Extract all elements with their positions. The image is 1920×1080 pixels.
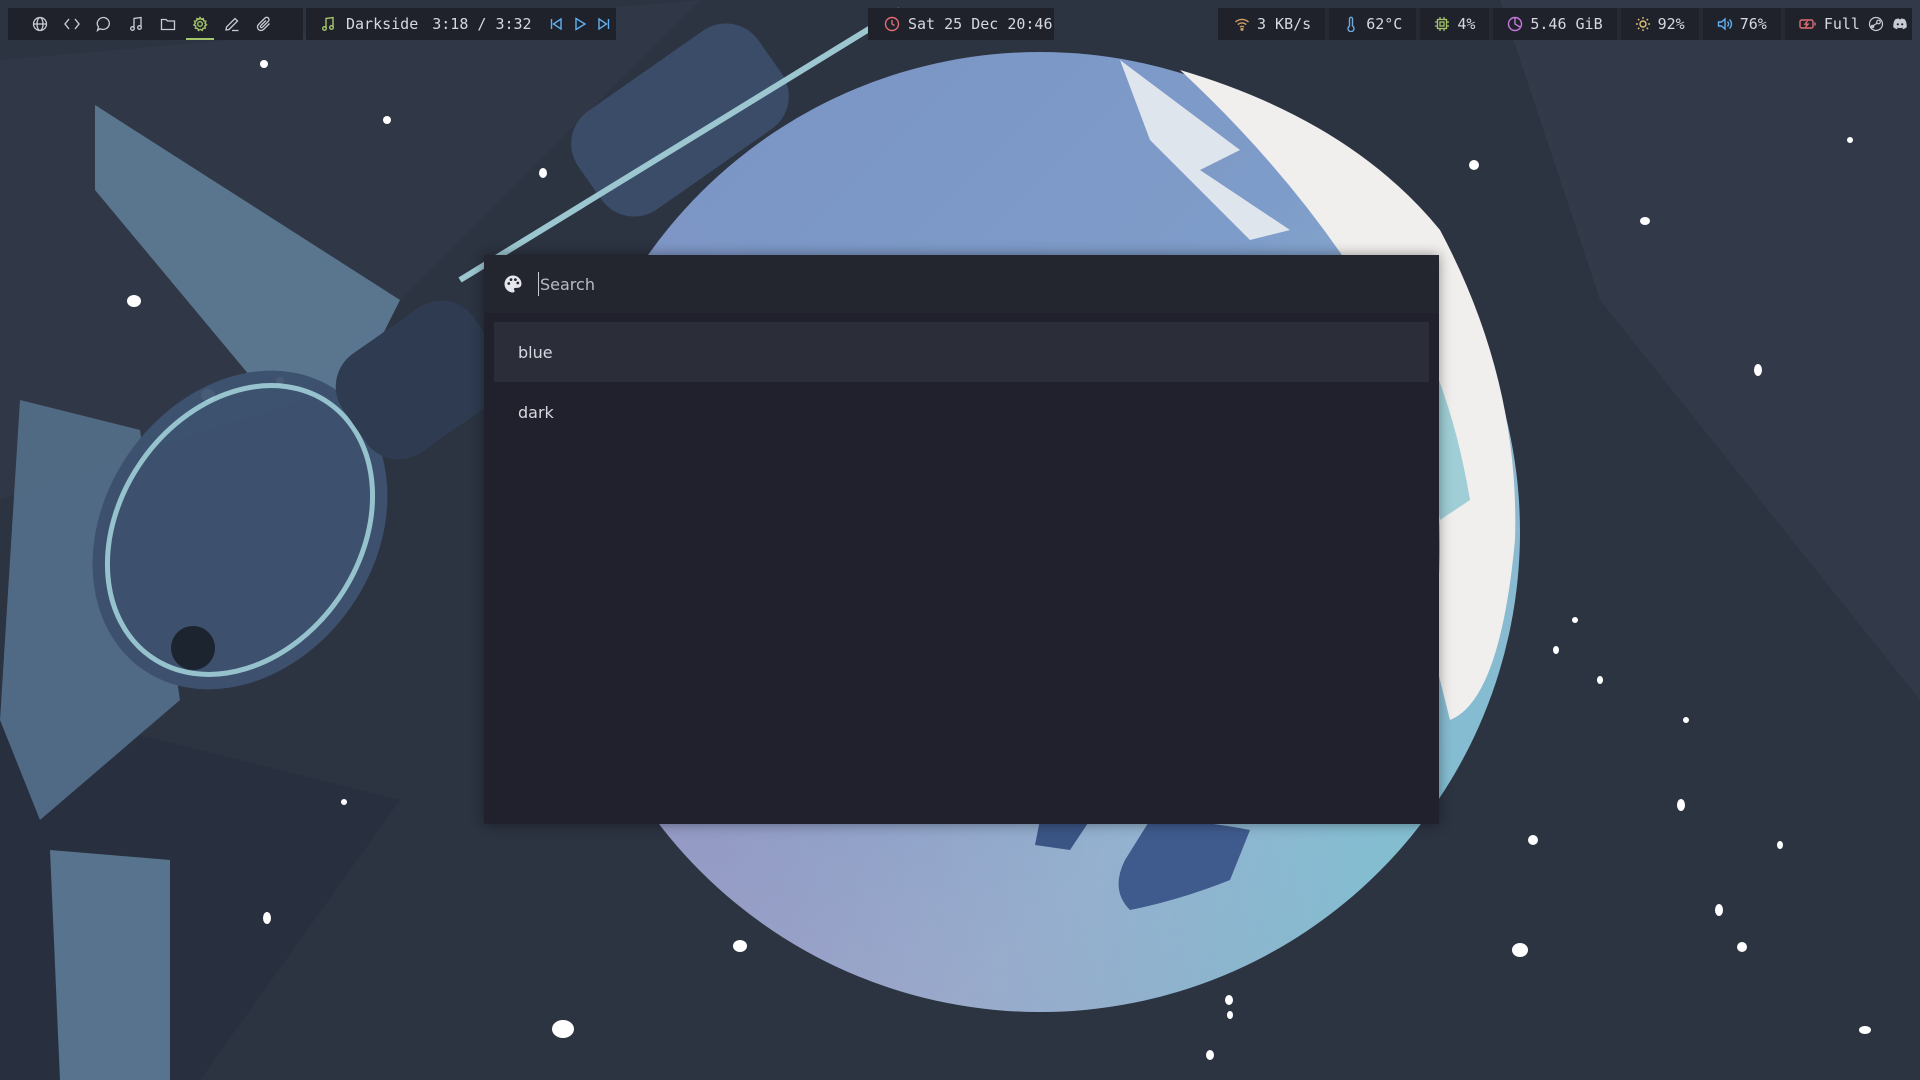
cpu-icon	[1435, 17, 1450, 31]
thermometer-icon	[1347, 16, 1355, 32]
sun-icon	[1635, 17, 1650, 31]
workspace-web[interactable]	[24, 8, 56, 40]
code-icon	[64, 18, 80, 30]
workspace-settings[interactable]	[184, 8, 216, 40]
paperclip-icon	[256, 16, 270, 32]
palette-icon	[504, 275, 522, 293]
pie-chart-icon	[1508, 16, 1523, 32]
list-item[interactable]: dark	[494, 382, 1429, 442]
divider	[1325, 8, 1330, 40]
divider	[1616, 8, 1621, 40]
play-icon	[574, 17, 586, 31]
clock-text: Sat 25 Dec 20:46	[908, 15, 1053, 33]
workspace-chat[interactable]	[88, 8, 120, 40]
workspace-code[interactable]	[56, 8, 88, 40]
search-bar	[484, 255, 1439, 313]
memory-stat[interactable]: 5.46 GiB	[1507, 8, 1603, 40]
wifi-icon	[1235, 18, 1249, 31]
search-input[interactable]	[538, 272, 1400, 296]
volume-stat[interactable]: 76%	[1717, 8, 1767, 40]
top-bar: Darkside 3:18 / 3:32 Sat 25 Dec 20:46 3 …	[0, 0, 1920, 48]
steam-icon[interactable]	[1868, 16, 1884, 32]
clock-icon	[884, 16, 900, 32]
workspace-edit[interactable]	[216, 8, 248, 40]
brightness-value: 92%	[1657, 15, 1685, 33]
previous-track-button[interactable]	[544, 8, 568, 40]
divider	[1416, 8, 1421, 40]
workspace-switcher	[8, 8, 303, 40]
workspace-attachments[interactable]	[248, 8, 280, 40]
cpu-stat[interactable]: 4%	[1434, 8, 1475, 40]
battery-value: Full	[1823, 15, 1860, 33]
divider	[1489, 8, 1494, 40]
globe-icon	[32, 16, 48, 32]
music-note-icon	[130, 16, 142, 31]
system-stats: 3 KB/s 62°C 4% 5.46 GiB 92% 76% Full	[1218, 8, 1866, 40]
theme-launcher: blue dark	[484, 255, 1439, 824]
battery-charging-icon	[1799, 19, 1816, 29]
music-player: Darkside 3:18 / 3:32	[306, 8, 616, 40]
play-button[interactable]	[568, 8, 592, 40]
track-time: 3:18 / 3:32	[432, 15, 532, 33]
volume-value: 76%	[1739, 15, 1767, 33]
gear-icon	[192, 16, 208, 32]
network-stat[interactable]: 3 KB/s	[1234, 8, 1311, 40]
discord-icon[interactable]	[1892, 16, 1908, 32]
workspace-music[interactable]	[120, 8, 152, 40]
result-label: dark	[518, 402, 554, 422]
list-item[interactable]: blue	[494, 322, 1429, 382]
result-label: blue	[518, 342, 553, 362]
music-note-icon	[322, 16, 334, 31]
cpu-value: 4%	[1457, 15, 1476, 33]
battery-stat[interactable]: Full	[1799, 8, 1860, 40]
temperature-stat[interactable]: 62°C	[1343, 8, 1402, 40]
memory-value: 5.46 GiB	[1530, 15, 1603, 33]
volume-icon	[1717, 17, 1732, 31]
system-tray	[1864, 8, 1912, 40]
edit-icon	[225, 17, 239, 32]
chat-icon	[96, 16, 110, 32]
clock[interactable]: Sat 25 Dec 20:46	[868, 8, 1054, 40]
network-speed: 3 KB/s	[1257, 15, 1312, 33]
folder-icon	[160, 18, 176, 31]
brightness-stat[interactable]: 92%	[1635, 8, 1685, 40]
divider	[1780, 8, 1785, 40]
workspace-files[interactable]	[152, 8, 184, 40]
temperature-value: 62°C	[1366, 15, 1403, 33]
results-list: blue dark	[494, 322, 1429, 442]
track-title: Darkside	[346, 15, 419, 33]
skip-forward-icon	[597, 17, 609, 31]
divider	[1698, 8, 1703, 40]
next-track-button[interactable]	[592, 8, 616, 40]
skip-back-icon	[550, 17, 562, 31]
